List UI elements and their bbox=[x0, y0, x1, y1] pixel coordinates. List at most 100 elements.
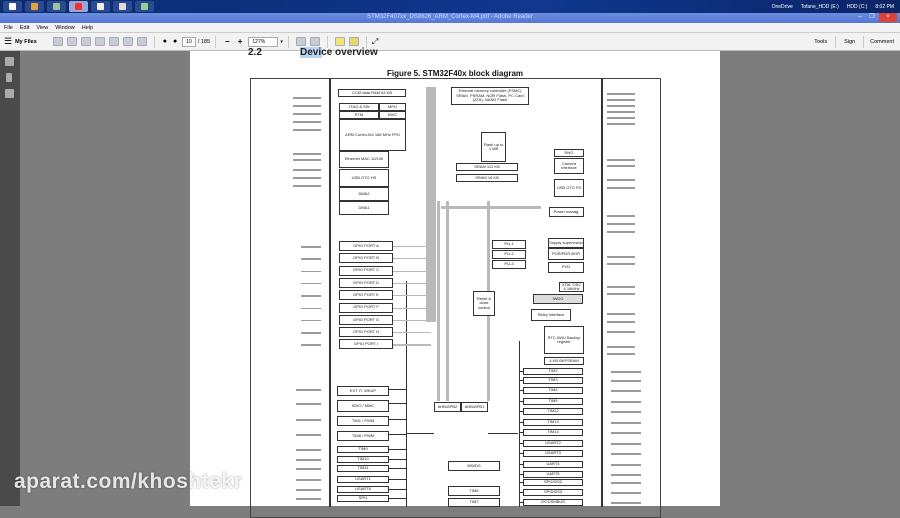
bus-line bbox=[520, 401, 523, 402]
cloud-icon[interactable] bbox=[94, 37, 105, 46]
bus-line bbox=[607, 353, 635, 355]
block-flash-up-to-1-mb: Flash up to 1 MB bbox=[481, 132, 506, 162]
save-icon[interactable] bbox=[108, 37, 119, 46]
print-icon[interactable] bbox=[122, 37, 133, 46]
email-icon[interactable] bbox=[136, 37, 147, 46]
open-icon[interactable] bbox=[66, 37, 77, 46]
close-button[interactable]: × bbox=[879, 13, 897, 22]
toolbar: ☰ My Files ● ● 10 / 185 − + 127% ▾ ⤢ Too… bbox=[0, 33, 900, 51]
block-tim10: TIM10 bbox=[337, 456, 389, 463]
zoom-in-icon[interactable]: + bbox=[238, 37, 243, 46]
fullscreen-icon[interactable]: ⤢ bbox=[372, 37, 378, 47]
block-tim5: TIM5 bbox=[523, 398, 583, 405]
block-tim8-pwm: TIM8 / PWM bbox=[337, 431, 389, 441]
bus-line bbox=[611, 411, 641, 413]
chrome-icon[interactable] bbox=[25, 1, 44, 12]
menu-help[interactable]: Help bbox=[82, 25, 93, 31]
bus-line bbox=[607, 321, 635, 323]
bus-line bbox=[389, 489, 406, 490]
chevron-down-icon[interactable]: ▾ bbox=[280, 39, 283, 45]
menu-window[interactable]: Window bbox=[55, 25, 75, 31]
bus-line bbox=[607, 111, 635, 113]
bus-line bbox=[611, 453, 641, 455]
block-jtag-sw: JTAG & SW bbox=[339, 103, 379, 111]
block-ext-it-wkup: EXT IT. WKUP bbox=[337, 386, 389, 396]
bus-line bbox=[611, 474, 641, 476]
menu-file[interactable]: File bbox=[4, 25, 13, 31]
pages-icon[interactable] bbox=[5, 57, 14, 66]
fit-page-icon[interactable] bbox=[309, 37, 320, 46]
bus-line bbox=[611, 464, 641, 466]
my-files-button[interactable]: My Files bbox=[15, 39, 37, 45]
bus-line bbox=[389, 434, 406, 435]
tray-onedrive[interactable]: OneDrive bbox=[772, 4, 793, 10]
block-tim9: TIM9 bbox=[337, 446, 389, 453]
block-camera-interface: Camera interface bbox=[554, 158, 584, 174]
bus-line bbox=[520, 482, 523, 483]
menu-view[interactable]: View bbox=[36, 25, 48, 31]
zoom-select[interactable]: 127% bbox=[248, 36, 279, 47]
maximize-button[interactable]: ❐ bbox=[866, 13, 878, 22]
block-usart3: USART3 bbox=[523, 450, 583, 457]
app-5-icon[interactable] bbox=[113, 1, 132, 12]
block-supply-supervision: Supply supervision bbox=[548, 238, 584, 248]
window-title: STM32F407xx_DS8626_ARM_Cortex-M4.pdf - A… bbox=[367, 14, 533, 20]
bus-line bbox=[301, 295, 321, 297]
create-pdf-icon[interactable] bbox=[52, 37, 63, 46]
block-gpio-port-f: GPIO PORT F bbox=[339, 302, 393, 313]
adobe-reader-icon[interactable] bbox=[69, 1, 88, 12]
explorer-icon[interactable] bbox=[47, 1, 66, 12]
block-reset-clock-control: Reset & clock control bbox=[473, 291, 495, 316]
block-sram-16-kb: SRAM 16 KB bbox=[456, 174, 518, 182]
bookmarks-icon[interactable] bbox=[6, 73, 12, 82]
bus-line bbox=[301, 258, 321, 260]
block-iwdg: IWDG bbox=[533, 294, 583, 304]
clock[interactable]: 8:02 PM bbox=[875, 4, 894, 10]
comment-button[interactable]: Comment bbox=[870, 39, 894, 45]
hamburger-icon[interactable]: ☰ bbox=[4, 36, 12, 47]
block-usb-otg-fs: USB OTG FS bbox=[554, 179, 584, 197]
block-gpio-port-e: GPIO PORT E bbox=[339, 290, 393, 301]
block-ahb-apb1: AHB/APB1 bbox=[461, 402, 488, 412]
bus-line bbox=[607, 93, 635, 95]
menu-edit[interactable]: Edit bbox=[20, 25, 29, 31]
bus-line bbox=[607, 293, 635, 295]
comment-bubble-icon[interactable] bbox=[334, 37, 345, 46]
block-dma2: DMA2 bbox=[339, 187, 389, 201]
bus-line bbox=[329, 79, 331, 507]
block-xtal-osc-4-16mhz: XTAL OSC 4-16MHz bbox=[559, 282, 584, 292]
bus-line bbox=[520, 502, 523, 503]
tray-drive-e[interactable]: Tofane_HDD (E:) bbox=[801, 4, 839, 10]
block-tim4: TIM4 bbox=[523, 387, 583, 394]
block-usart6: USART6 bbox=[337, 486, 389, 493]
tray-drive-c[interactable]: HDD (C:) bbox=[847, 4, 868, 10]
minimize-button[interactable]: – bbox=[854, 13, 866, 22]
bus-line bbox=[611, 502, 641, 504]
next-page-icon[interactable]: ● bbox=[173, 38, 177, 45]
zoom-out-icon[interactable]: − bbox=[225, 37, 230, 46]
bus-line bbox=[389, 498, 406, 499]
stamp-icon[interactable] bbox=[348, 37, 359, 46]
bus-line bbox=[520, 371, 523, 372]
edit-icon[interactable] bbox=[80, 37, 91, 46]
block-gpio-port-b: GPIO PORT B bbox=[339, 253, 393, 264]
block-tim12: TIM12 bbox=[523, 408, 583, 415]
block-stdby-interface: Stdby interface bbox=[531, 309, 571, 321]
attachments-icon[interactable] bbox=[5, 89, 14, 98]
block-tim14: TIM14 bbox=[523, 429, 583, 436]
tools-button[interactable]: Tools bbox=[814, 39, 827, 45]
windows-start-icon[interactable] bbox=[3, 1, 22, 12]
bus-line bbox=[607, 159, 635, 161]
fit-width-icon[interactable] bbox=[295, 37, 306, 46]
block-spi2-i2s2: SPI2/I2S2 bbox=[523, 479, 583, 486]
bus-line bbox=[393, 307, 431, 309]
bus-line bbox=[607, 331, 635, 333]
app-6-icon[interactable] bbox=[135, 1, 154, 12]
bus-line bbox=[301, 332, 321, 334]
page-number-input[interactable]: 10 bbox=[182, 36, 196, 47]
sign-button[interactable]: Sign bbox=[844, 39, 855, 45]
bus-line bbox=[520, 492, 523, 493]
bus-line bbox=[520, 422, 523, 423]
prev-page-icon[interactable]: ● bbox=[163, 38, 167, 45]
app-4-icon[interactable] bbox=[91, 1, 110, 12]
